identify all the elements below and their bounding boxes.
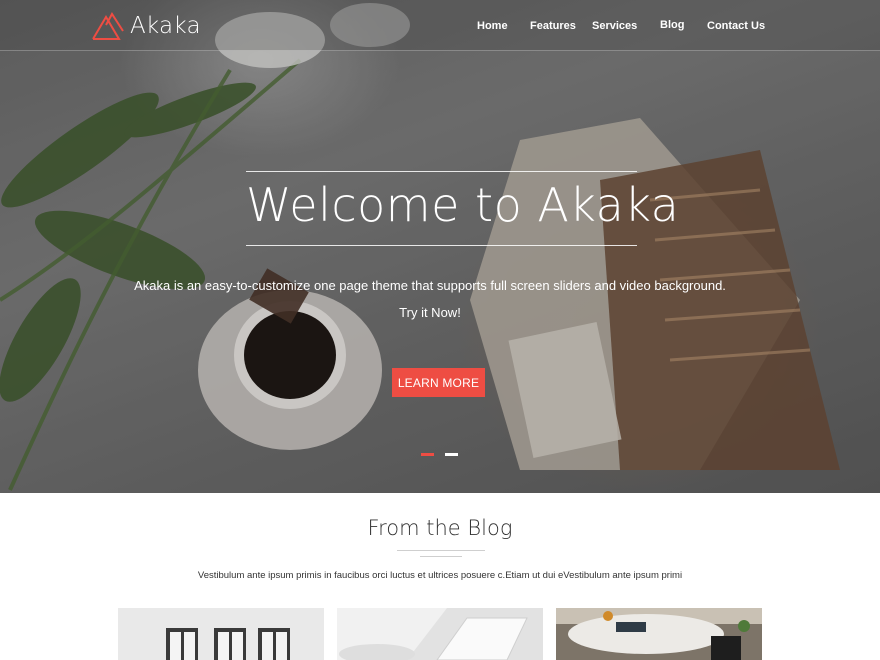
blog-title-underline-short — [420, 556, 462, 557]
top-navbar: Akaka Home Features Services Blog Contac… — [0, 0, 880, 51]
nav-contact-us[interactable]: Contact Us — [707, 20, 765, 32]
mountain-logo-icon — [92, 12, 124, 40]
cafe-table-image — [556, 608, 762, 660]
blog-title-underline — [397, 550, 485, 551]
learn-more-button[interactable]: LEARN MORE — [392, 368, 485, 397]
hero-section: Akaka Home Features Services Blog Contac… — [0, 0, 880, 493]
nav-services[interactable]: Services — [592, 20, 637, 32]
nav-features[interactable]: Features — [530, 20, 576, 32]
hero-title-top-rule — [246, 171, 637, 172]
brand-name: Akaka — [130, 13, 201, 39]
nav-home[interactable]: Home — [477, 20, 508, 32]
hero-overlay — [0, 0, 880, 493]
laptop-hands-image — [337, 608, 543, 660]
hero-title-bottom-rule — [246, 245, 637, 246]
blog-section-title: From the Blog — [367, 516, 513, 540]
blog-post-thumbnail-1[interactable] — [118, 608, 324, 660]
slider-dot-1[interactable] — [421, 453, 434, 456]
hero-tagline: Try it Now! — [399, 305, 461, 320]
slider-dot-2[interactable] — [445, 453, 458, 456]
nav-blog[interactable]: Blog — [660, 19, 684, 31]
blog-post-thumbnail-2[interactable] — [337, 608, 543, 660]
hero-subtitle: Akaka is an easy-to-customize one page t… — [134, 278, 726, 293]
hero-title: Welcome to Akaka — [246, 178, 680, 232]
blog-post-thumbnail-3[interactable] — [556, 608, 762, 660]
blog-description: Vestibulum ante ipsum primis in faucibus… — [197, 570, 683, 581]
brand-logo[interactable]: Akaka — [92, 11, 201, 41]
white-room-windows-image — [118, 608, 324, 660]
